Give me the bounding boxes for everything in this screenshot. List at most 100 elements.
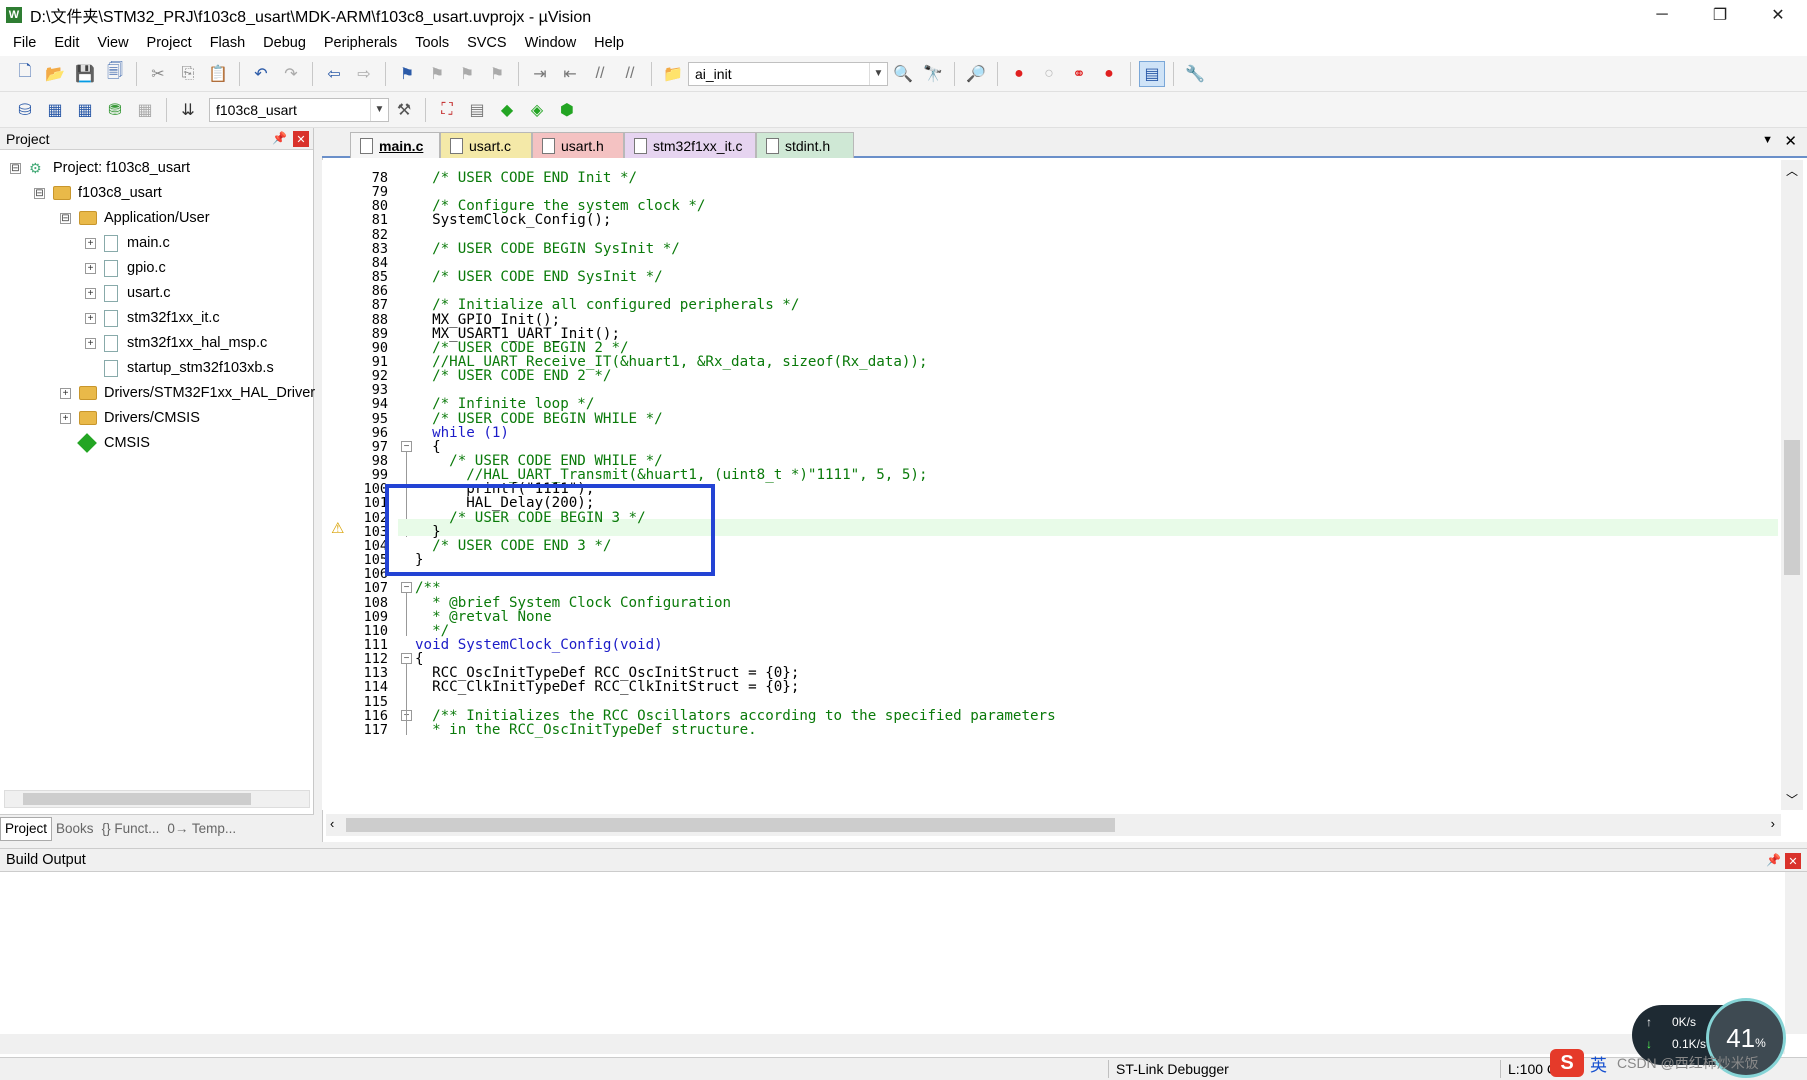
target-combo[interactable]: f103c8_usart ▼ [209, 97, 389, 122]
menu-tools[interactable]: Tools [406, 35, 458, 51]
expand-icon[interactable]: + [85, 312, 96, 324]
scroll-right-icon[interactable]: › [1771, 816, 1775, 831]
tab-stdint-h[interactable]: stdint.h [756, 132, 854, 158]
select-packs-icon[interactable]: ▤ [464, 97, 490, 123]
configure-icon[interactable]: 🔧 [1182, 61, 1208, 87]
tree-item-stm32f1xx-it-c[interactable]: + stm32f1xx_it.c [85, 307, 220, 329]
editor-vertical-scrollbar[interactable]: ︿ ﹀ [1781, 160, 1803, 810]
translate-icon[interactable]: ⛁ [12, 97, 38, 123]
code-line[interactable]: void SystemClock_Config(void) [415, 637, 663, 653]
pin-icon[interactable]: 📌 [1766, 853, 1781, 867]
debug-session-icon[interactable]: 🔎 [963, 61, 989, 87]
code-line[interactable]: SystemClock_Config(); [415, 212, 611, 228]
tree-item-application-user[interactable]: ⊟ Application/User [60, 207, 210, 229]
collapse-icon[interactable]: ⊟ [10, 162, 21, 174]
tab-books[interactable]: Books [52, 817, 98, 841]
menu-window[interactable]: Window [516, 35, 586, 51]
redo-icon[interactable]: ↷ [278, 61, 304, 87]
fold-icon[interactable]: − [401, 582, 412, 594]
tree-item-project[interactable]: ⊟ ⚙ Project: f103c8_usart [10, 157, 190, 179]
chevron-down-icon[interactable]: ▼ [869, 62, 887, 85]
menu-project[interactable]: Project [138, 35, 201, 51]
ime-toolbar[interactable]: S 英 CSDN @西红柿炒米饭 [1550, 1046, 1759, 1080]
window-layout-icon[interactable]: ▤ [1139, 60, 1165, 87]
menu-edit[interactable]: Edit [45, 35, 88, 51]
tab-functions[interactable]: {} Funct... [98, 817, 164, 841]
open-file-icon[interactable]: 📂 [42, 61, 68, 87]
menu-help[interactable]: Help [585, 35, 633, 51]
tab-project[interactable]: Project [0, 816, 53, 841]
pack-installer-icon[interactable]: ◈ [524, 97, 550, 123]
prev-bookmark-icon[interactable]: ⚑ [424, 61, 450, 87]
build-icon[interactable]: ▦ [42, 97, 68, 123]
copy-icon[interactable]: ⎘ [175, 61, 201, 87]
expand-icon[interactable]: + [60, 387, 71, 399]
batch-build-icon[interactable]: ⛃ [102, 97, 128, 123]
tab-list-chevron-icon[interactable]: ▼ [1762, 134, 1773, 146]
code-line[interactable]: /* USER CODE END Init */ [415, 170, 637, 186]
tab-usart-h[interactable]: usart.h [532, 132, 624, 158]
tree-item-usart-c[interactable]: + usart.c [85, 282, 171, 304]
tree-item-main-c[interactable]: + main.c [85, 232, 170, 254]
tree-item-target[interactable]: ⊟ f103c8_usart [34, 182, 162, 204]
rebuild-icon[interactable]: ▦ [72, 97, 98, 123]
expand-icon[interactable]: + [85, 337, 96, 349]
clear-bookmarks-icon[interactable]: ⚑ [484, 61, 510, 87]
collapse-icon[interactable]: ⊟ [60, 212, 71, 224]
comment-icon[interactable]: // [587, 61, 613, 87]
project-horizontal-scrollbar[interactable] [4, 790, 310, 808]
restore-button[interactable]: ❐ [1691, 0, 1749, 30]
disable-breakpoint-icon[interactable]: ○ [1036, 61, 1062, 87]
navigate-forward-icon[interactable]: ⇨ [351, 61, 377, 87]
tab-main-c[interactable]: main.c [350, 132, 440, 158]
build-vertical-scrollbar[interactable] [1785, 872, 1807, 1034]
expand-icon[interactable]: + [85, 237, 96, 249]
tab-templates[interactable]: 0→ Temp... [163, 817, 240, 841]
menu-peripherals[interactable]: Peripherals [315, 35, 406, 51]
insert-breakpoint-icon[interactable]: ● [1006, 61, 1032, 87]
manage-rte-icon[interactable]: ◆ [494, 97, 520, 123]
bookmark-icon[interactable]: ⚑ [394, 61, 420, 87]
sogou-icon[interactable]: S [1550, 1049, 1584, 1077]
tree-item-drivers-hal[interactable]: + Drivers/STM32F1xx_HAL_Driver [60, 382, 315, 404]
warning-icon[interactable]: ⚠ [331, 519, 344, 537]
code-line[interactable]: /* USER CODE END 2 */ [415, 368, 611, 384]
tree-item-startup-s[interactable]: startup_stm32f103xb.s [104, 357, 274, 379]
incremental-find-icon[interactable]: 🔭 [920, 61, 946, 87]
kill-all-breakpoints-icon[interactable]: ● [1096, 61, 1122, 87]
menu-svcs[interactable]: SVCS [458, 35, 516, 51]
manage-project-items-icon[interactable]: ⛶ [434, 97, 460, 123]
download-icon[interactable]: ⇊ [175, 97, 201, 123]
tree-item-drivers-cmsis[interactable]: + Drivers/CMSIS [60, 407, 200, 429]
build-output-pane[interactable] [0, 872, 1807, 1058]
expand-icon[interactable]: + [60, 412, 71, 424]
save-all-icon[interactable]: 🗐 [102, 61, 128, 87]
save-icon[interactable]: 💾 [72, 61, 98, 87]
fold-icon[interactable]: − [401, 440, 412, 452]
pin-icon[interactable]: 📌 [272, 131, 287, 145]
expand-icon[interactable]: + [85, 262, 96, 274]
menu-debug[interactable]: Debug [254, 35, 315, 51]
expand-icon[interactable]: + [85, 287, 96, 299]
build-horizontal-scrollbar[interactable] [0, 1034, 1785, 1054]
uncomment-icon[interactable]: // [617, 61, 643, 87]
undo-icon[interactable]: ↶ [248, 61, 274, 87]
scroll-down-icon[interactable]: ﹀ [1786, 791, 1798, 808]
collapse-icon[interactable]: ⊟ [34, 187, 45, 199]
find-icon[interactable]: 🔍 [890, 61, 916, 87]
code-line[interactable]: * in the RCC_OscInitTypeDef structure. [415, 722, 757, 738]
close-icon[interactable]: ✕ [293, 131, 309, 147]
next-bookmark-icon[interactable]: ⚑ [454, 61, 480, 87]
minimize-button[interactable]: ─ [1633, 0, 1691, 30]
pack-update-icon[interactable]: ⬢ [554, 97, 580, 123]
new-file-icon[interactable]: 🗋 [12, 61, 38, 87]
paste-icon[interactable]: 📋 [205, 61, 231, 87]
scroll-left-icon[interactable]: ‹ [330, 816, 334, 831]
unindent-icon[interactable]: ⇤ [557, 61, 583, 87]
tree-item-cmsis[interactable]: CMSIS [76, 432, 150, 454]
tab-usart-c[interactable]: usart.c [440, 132, 532, 158]
scroll-up-icon[interactable]: ︿ [1786, 162, 1798, 179]
code-line[interactable]: RCC_ClkInitTypeDef RCC_ClkInitStruct = {… [415, 679, 799, 695]
disable-all-breakpoints-icon[interactable]: ⚭ [1066, 61, 1092, 87]
editor-horizontal-scrollbar[interactable]: ‹ › [326, 814, 1781, 836]
